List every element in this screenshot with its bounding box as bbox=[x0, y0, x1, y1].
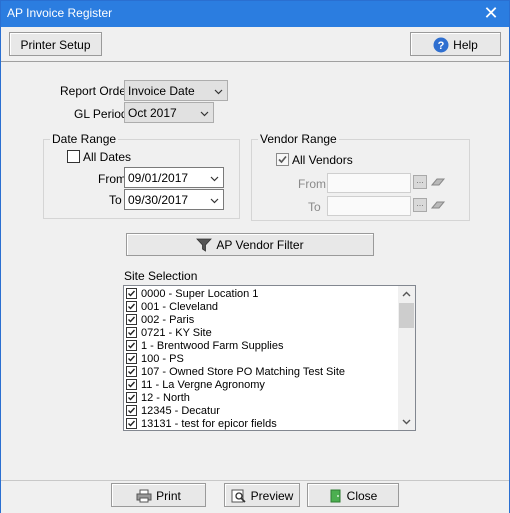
date-to-picker[interactable]: 09/30/2017 bbox=[124, 189, 224, 210]
list-item[interactable]: 1 - Brentwood Farm Supplies bbox=[126, 340, 283, 353]
printer-setup-button[interactable]: Printer Setup bbox=[9, 32, 102, 56]
all-vendors-label: All Vendors bbox=[292, 153, 353, 167]
print-button[interactable]: Print bbox=[111, 483, 206, 507]
list-item[interactable]: 107 - Owned Store PO Matching Test Site bbox=[126, 366, 345, 379]
checkbox[interactable] bbox=[126, 418, 137, 429]
printer-icon bbox=[136, 485, 152, 509]
help-label: Help bbox=[453, 38, 478, 52]
report-order-select[interactable]: Invoice Date bbox=[124, 80, 228, 101]
vendor-to-label: To bbox=[308, 200, 321, 214]
chevron-up-icon[interactable] bbox=[398, 286, 415, 303]
list-item[interactable]: 13131 - test for epicor fields bbox=[126, 418, 277, 430]
vendor-to-input[interactable] bbox=[327, 196, 411, 216]
vendor-to-lookup-button[interactable]: ... bbox=[413, 198, 427, 212]
site-selection-label: Site Selection bbox=[124, 269, 198, 283]
checkbox[interactable] bbox=[126, 353, 137, 364]
funnel-icon bbox=[196, 235, 213, 257]
vendor-from-label: From bbox=[298, 177, 326, 191]
site-selection-list[interactable]: 0000 - Super Location 1 001 - Cleveland … bbox=[123, 285, 416, 431]
checkbox[interactable] bbox=[126, 405, 137, 416]
checkbox[interactable] bbox=[126, 314, 137, 325]
date-to-value: 09/30/2017 bbox=[128, 193, 189, 207]
date-from-label: From bbox=[98, 172, 126, 186]
close-button[interactable]: Close bbox=[307, 483, 399, 507]
checkbox[interactable] bbox=[126, 392, 137, 403]
close-label: Close bbox=[346, 489, 378, 503]
checkbox[interactable] bbox=[126, 327, 137, 338]
vertical-scrollbar[interactable] bbox=[398, 286, 415, 430]
magnifier-icon bbox=[231, 485, 247, 509]
list-item-label: 12 - North bbox=[141, 392, 190, 404]
ap-vendor-filter-label: AP Vendor Filter bbox=[216, 238, 304, 252]
gl-period-label: GL Period bbox=[74, 107, 128, 121]
list-item-label: 100 - PS bbox=[141, 353, 184, 365]
report-order-label: Report Order bbox=[60, 84, 131, 98]
all-vendors-checkbox[interactable] bbox=[276, 153, 289, 166]
svg-text:?: ? bbox=[438, 40, 445, 52]
checkbox[interactable] bbox=[126, 340, 137, 351]
list-item[interactable]: 12 - North bbox=[126, 392, 190, 405]
ap-vendor-filter-button[interactable]: AP Vendor Filter bbox=[126, 233, 374, 256]
list-item-label: 107 - Owned Store PO Matching Test Site bbox=[141, 366, 346, 378]
list-item-label: 0721 - KY Site bbox=[141, 327, 212, 339]
preview-label: Preview bbox=[250, 489, 294, 503]
chevron-down-icon bbox=[214, 89, 223, 95]
checkbox[interactable] bbox=[126, 366, 137, 377]
checkbox[interactable] bbox=[126, 379, 137, 390]
gl-period-value: Oct 2017 bbox=[128, 106, 177, 120]
all-dates-label: All Dates bbox=[83, 150, 132, 164]
list-item[interactable]: 100 - PS bbox=[126, 353, 184, 366]
list-item[interactable]: 11 - La Vergne Agronomy bbox=[126, 379, 265, 392]
title-bar: AP Invoice Register ✕ bbox=[1, 1, 509, 27]
print-label: Print bbox=[156, 489, 181, 503]
scrollbar-thumb[interactable] bbox=[399, 303, 414, 328]
list-item-label: 12345 - Decatur bbox=[141, 405, 220, 417]
date-from-value: 09/01/2017 bbox=[128, 171, 189, 185]
list-item[interactable]: 0721 - KY Site bbox=[126, 327, 212, 340]
close-window-icon[interactable]: ✕ bbox=[479, 2, 503, 24]
vendor-from-lookup-button[interactable]: ... bbox=[413, 175, 427, 189]
dialog-window: AP Invoice Register ✕ Printer Setup ? He… bbox=[0, 0, 510, 513]
date-to-label: To bbox=[109, 193, 122, 207]
list-item-label: 11 - La Vergne Agronomy bbox=[141, 379, 265, 391]
list-item[interactable]: 002 - Paris bbox=[126, 314, 194, 327]
date-from-picker[interactable]: 09/01/2017 bbox=[124, 167, 224, 188]
list-item[interactable]: 12345 - Decatur bbox=[126, 405, 220, 418]
chevron-down-icon bbox=[210, 198, 219, 204]
list-item[interactable]: 001 - Cleveland bbox=[126, 301, 218, 314]
chevron-down-icon bbox=[210, 176, 219, 182]
all-dates-checkbox[interactable] bbox=[67, 150, 80, 163]
list-item-label: 13131 - test for epicor fields bbox=[141, 418, 277, 430]
help-button[interactable]: ? Help bbox=[410, 32, 501, 56]
vendor-range-title: Vendor Range bbox=[258, 132, 339, 146]
report-order-value: Invoice Date bbox=[128, 84, 195, 98]
date-range-title: Date Range bbox=[50, 132, 119, 146]
list-item-label: 1 - Brentwood Farm Supplies bbox=[141, 340, 284, 352]
window-title: AP Invoice Register bbox=[7, 6, 113, 20]
preview-button[interactable]: Preview bbox=[224, 483, 300, 507]
eraser-icon[interactable] bbox=[430, 176, 446, 188]
checkmark-icon bbox=[278, 155, 287, 164]
help-icon: ? bbox=[433, 34, 449, 58]
gl-period-select[interactable]: Oct 2017 bbox=[124, 102, 214, 123]
checkbox[interactable] bbox=[126, 288, 137, 299]
vendor-from-input[interactable] bbox=[327, 173, 411, 193]
list-item[interactable]: 0000 - Super Location 1 bbox=[126, 288, 258, 301]
top-separator bbox=[1, 61, 509, 62]
checkbox[interactable] bbox=[126, 301, 137, 312]
list-item-label: 001 - Cleveland bbox=[141, 301, 219, 313]
door-icon bbox=[329, 485, 343, 509]
chevron-down-icon[interactable] bbox=[398, 413, 415, 430]
printer-setup-label: Printer Setup bbox=[20, 38, 91, 52]
list-item-label: 0000 - Super Location 1 bbox=[141, 288, 259, 300]
chevron-down-icon bbox=[200, 111, 209, 117]
list-item-label: 002 - Paris bbox=[141, 314, 195, 326]
eraser-icon[interactable] bbox=[430, 199, 446, 211]
